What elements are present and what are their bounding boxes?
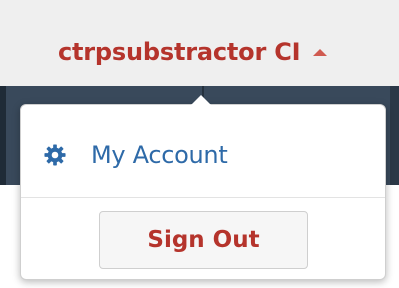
top-bar: ctrpsubstractor CI (0, 0, 399, 86)
sign-out-button[interactable]: Sign Out (99, 211, 308, 269)
navbar-shade (390, 86, 399, 185)
user-dropdown-menu: My Account Sign Out (20, 104, 386, 280)
caret-up-icon (313, 48, 328, 56)
user-name: ctrpsubstractor CI (58, 38, 301, 66)
user-menu-toggle[interactable]: ctrpsubstractor CI (58, 30, 328, 74)
my-account-label: My Account (91, 141, 228, 169)
navbar-edge (0, 86, 6, 185)
gear-icon (44, 144, 66, 166)
dropdown-pointer (191, 95, 211, 105)
menu-item-my-account[interactable]: My Account (21, 129, 385, 179)
menu-divider (21, 197, 385, 198)
